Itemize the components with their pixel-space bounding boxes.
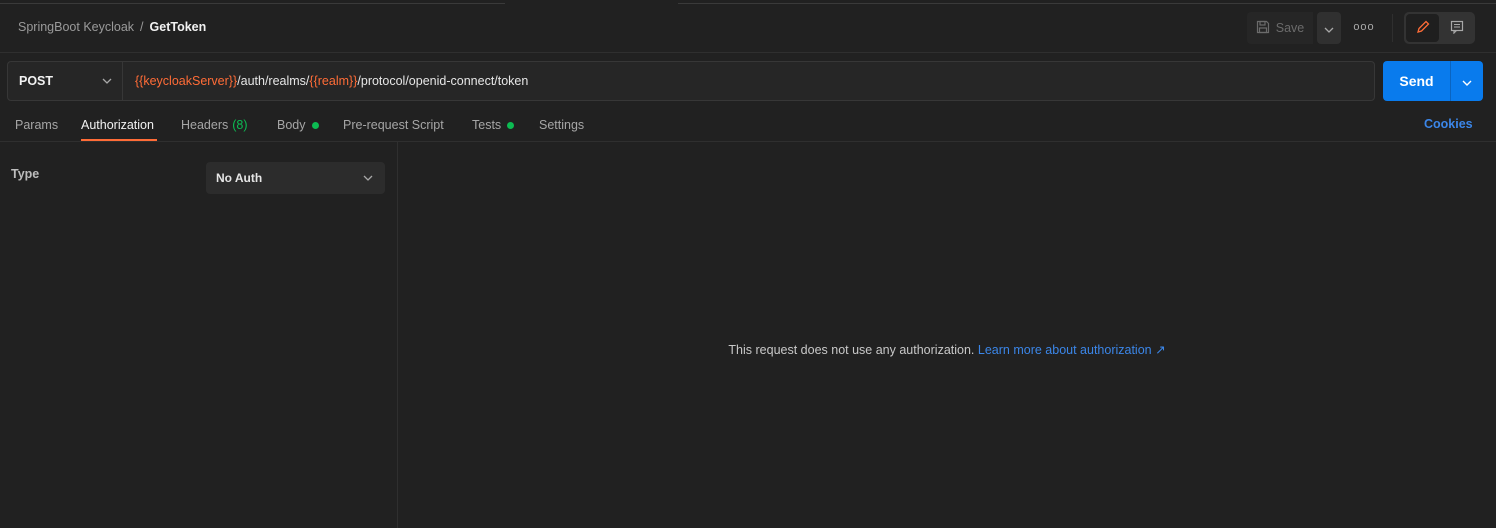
http-method-value: POST [19, 74, 54, 88]
cookies-link[interactable]: Cookies [1424, 117, 1473, 131]
more-icon: ooo [1353, 21, 1375, 33]
tab-tests-label: Tests [472, 118, 502, 132]
url-variable-realm: {{realm}} [309, 74, 358, 88]
chevron-down-icon [1324, 21, 1334, 36]
no-auth-message: This request does not use any authorizat… [398, 342, 1496, 357]
send-button[interactable]: Send [1383, 61, 1450, 101]
active-tab-indicator [81, 139, 157, 141]
save-button[interactable]: Save [1247, 12, 1313, 44]
tab-settings[interactable]: Settings [539, 117, 584, 133]
tab-body-label: Body [277, 118, 306, 132]
send-options-button[interactable] [1450, 61, 1483, 101]
headers-count-badge: (8) [232, 118, 248, 132]
tab-prerequest-label: Pre-request Script [343, 118, 444, 132]
tab-tests[interactable]: Tests [472, 117, 515, 133]
chevron-down-icon [1462, 74, 1472, 89]
save-label: Save [1275, 21, 1305, 35]
breadcrumb: SpringBoot Keycloak / GetToken [18, 20, 206, 34]
request-header: SpringBoot Keycloak / GetToken Save ooo [0, 0, 1496, 53]
pencil-icon [1416, 20, 1430, 37]
tab-body[interactable]: Body [277, 117, 319, 133]
tab-authorization-label: Authorization [81, 118, 154, 132]
tab-headers[interactable]: Headers (8) [181, 117, 248, 133]
learn-more-link[interactable]: Learn more about authorization ↗ [978, 343, 1166, 357]
header-divider [1392, 14, 1393, 42]
auth-settings-panel: Type No Auth [0, 142, 398, 528]
tab-params-label: Params [15, 118, 59, 132]
comment-icon [1450, 20, 1464, 37]
chevron-down-icon [102, 75, 112, 90]
save-options-button[interactable] [1317, 12, 1341, 44]
request-tabs: Params Authorization Headers (8) Body Pr… [0, 108, 1496, 142]
tab-headers-label: Headers [181, 118, 229, 132]
body-indicator-dot [311, 121, 319, 129]
view-toggle [1404, 12, 1475, 44]
edit-view-button[interactable] [1406, 14, 1439, 42]
chevron-down-icon [363, 172, 373, 187]
url-variable-server: {{keycloakServer}} [135, 74, 238, 88]
breadcrumb-separator: / [140, 20, 144, 34]
http-method-select[interactable]: POST [7, 61, 123, 101]
tab-authorization[interactable]: Authorization [81, 117, 154, 133]
url-input[interactable]: {{keycloakServer}} /auth/realms/ {{realm… [122, 61, 1375, 101]
url-path-token: /protocol/openid-connect/token [357, 74, 529, 88]
breadcrumb-request-name[interactable]: GetToken [150, 20, 207, 34]
tab-params[interactable]: Params [15, 117, 58, 133]
more-actions-button[interactable]: ooo [1352, 17, 1376, 37]
auth-type-value: No Auth [216, 171, 263, 185]
save-group: Save [1247, 12, 1341, 44]
url-path-realms: /auth/realms/ [237, 74, 310, 88]
no-auth-text: This request does not use any authorizat… [728, 343, 975, 357]
auth-type-label: Type [11, 167, 40, 181]
tab-settings-label: Settings [539, 118, 585, 132]
save-icon [1256, 20, 1270, 37]
breadcrumb-collection[interactable]: SpringBoot Keycloak [18, 20, 134, 34]
documentation-view-button[interactable] [1442, 14, 1472, 42]
tests-indicator-dot [507, 121, 515, 129]
tab-pre-request-script[interactable]: Pre-request Script [343, 117, 444, 133]
auth-type-select[interactable]: No Auth [206, 162, 385, 194]
send-group: Send [1383, 61, 1483, 101]
